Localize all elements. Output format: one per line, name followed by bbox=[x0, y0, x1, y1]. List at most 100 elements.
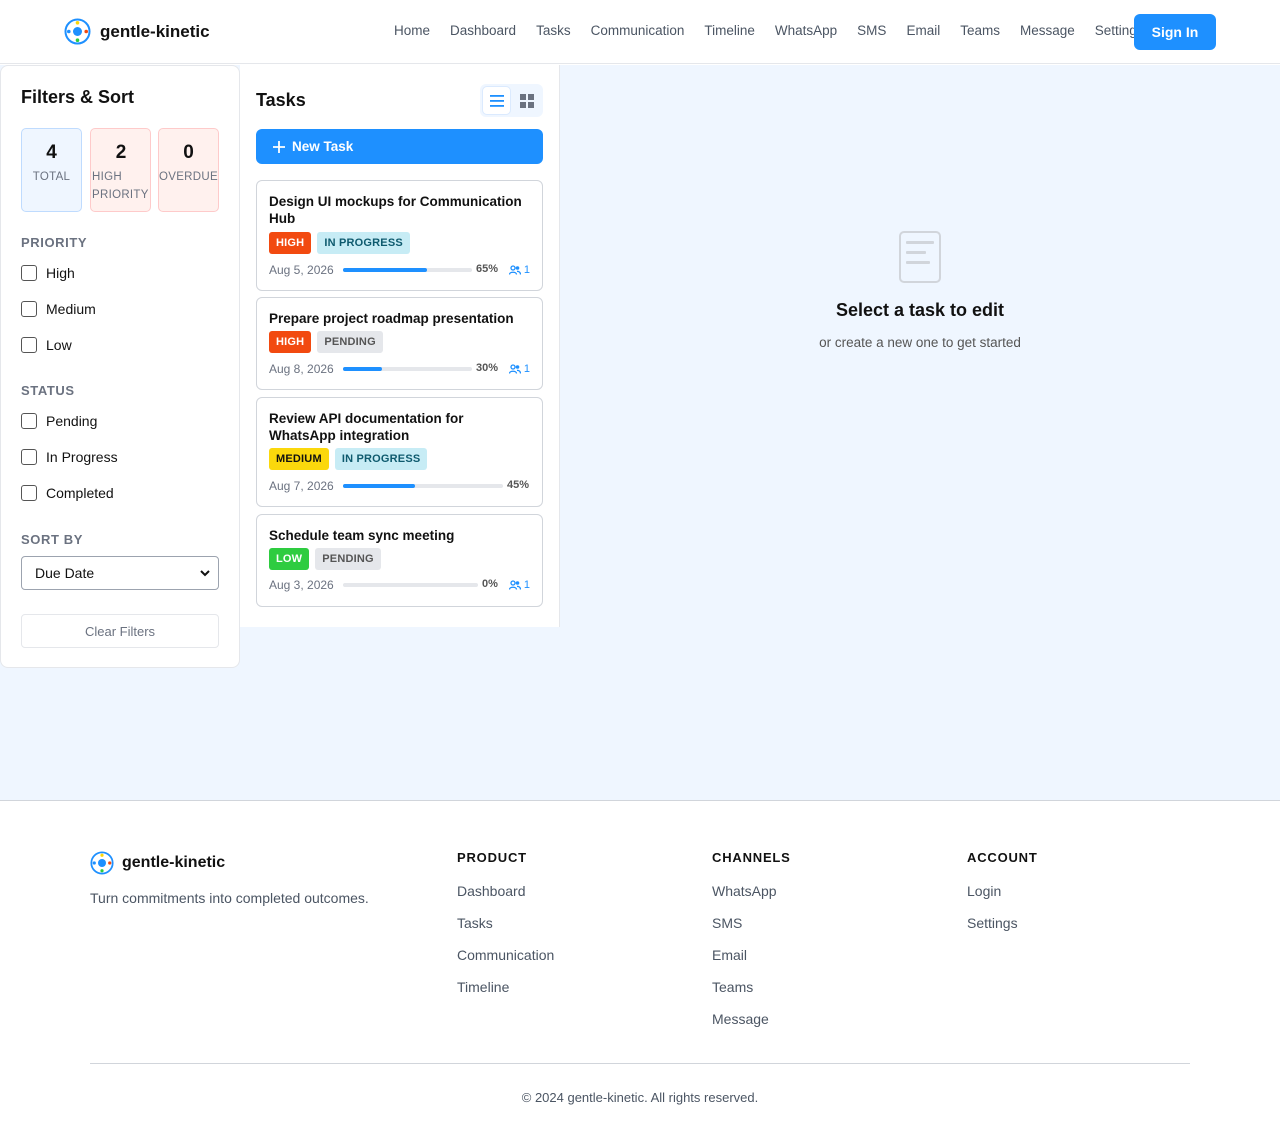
new-task-button[interactable]: New Task bbox=[256, 129, 543, 164]
grid-icon bbox=[519, 93, 534, 108]
task-card[interactable]: Review API documentation for WhatsApp in… bbox=[256, 397, 543, 507]
footer-brand[interactable]: gentle-kinetic bbox=[90, 851, 225, 875]
priority-badge: HIGH bbox=[269, 331, 312, 353]
footer-link-communication[interactable]: Communication bbox=[457, 947, 554, 963]
footer-account-column: ACCOUNT Login Settings bbox=[967, 850, 1038, 947]
progress-bar bbox=[343, 484, 503, 488]
checkbox-box[interactable] bbox=[21, 265, 37, 281]
priority-high-checkbox[interactable]: High bbox=[21, 265, 75, 281]
status-in-progress-checkbox[interactable]: In Progress bbox=[21, 449, 118, 465]
status-pending-checkbox[interactable]: Pending bbox=[21, 413, 97, 429]
status-completed-checkbox[interactable]: Completed bbox=[21, 485, 114, 501]
clear-filters-button[interactable]: Clear Filters bbox=[21, 614, 219, 648]
assignee-count: 1 bbox=[523, 579, 530, 591]
nav-dashboard[interactable]: Dashboard bbox=[450, 23, 516, 38]
footer-link-whatsapp[interactable]: WhatsApp bbox=[712, 883, 791, 899]
footer-link-timeline[interactable]: Timeline bbox=[457, 979, 554, 995]
nav-sms[interactable]: SMS bbox=[857, 23, 886, 38]
assignee-count: 1 bbox=[523, 363, 530, 375]
logo-icon bbox=[90, 851, 114, 875]
footer-link-sms[interactable]: SMS bbox=[712, 915, 791, 931]
progress-percent: 0% bbox=[482, 578, 498, 590]
checkbox-box[interactable] bbox=[21, 449, 37, 465]
task-meta: Aug 7, 2026 45% bbox=[269, 479, 530, 493]
users-icon bbox=[508, 580, 521, 590]
view-toggle bbox=[480, 84, 543, 117]
priority-medium-checkbox[interactable]: Medium bbox=[21, 301, 96, 317]
footer-link-tasks[interactable]: Tasks bbox=[457, 915, 554, 931]
task-badges: HIGH PENDING bbox=[269, 331, 383, 353]
stat-total-value: 4 bbox=[46, 142, 57, 163]
progress-percent: 45% bbox=[507, 479, 530, 491]
footer-brand-name: gentle-kinetic bbox=[122, 854, 226, 871]
footer-channels-column: CHANNELS WhatsApp SMS Email Teams Messag… bbox=[712, 850, 791, 1043]
footer-link-message[interactable]: Message bbox=[712, 1011, 791, 1027]
task-badges: HIGH IN PROGRESS bbox=[269, 232, 410, 254]
stat-overdue: 0 OVERDUE bbox=[158, 128, 219, 212]
task-editor-empty: Select a task to edit or create a new on… bbox=[560, 65, 1280, 627]
stat-overdue-value: 0 bbox=[183, 142, 194, 163]
checkbox-box[interactable] bbox=[21, 301, 37, 317]
priority-low-checkbox[interactable]: Low bbox=[21, 337, 72, 353]
task-card[interactable]: Schedule team sync meeting LOW PENDING A… bbox=[256, 514, 543, 607]
checkbox-label: Medium bbox=[46, 301, 96, 317]
sort-select[interactable]: Due Date bbox=[21, 556, 219, 590]
grid-view-button[interactable] bbox=[512, 86, 541, 115]
task-card[interactable]: Design UI mockups for Communication Hub … bbox=[256, 180, 543, 291]
stat-high-value: 2 bbox=[115, 142, 127, 163]
sort-value: Due Date bbox=[35, 565, 95, 581]
nav-teams[interactable]: Teams bbox=[960, 23, 1000, 38]
due-date: Aug 5, 2026 bbox=[269, 263, 334, 277]
progress-bar bbox=[343, 268, 472, 272]
filters-title: Filters & Sort bbox=[21, 87, 135, 107]
checkbox-box[interactable] bbox=[21, 413, 37, 429]
checkbox-box[interactable] bbox=[21, 485, 37, 501]
assignee-count: 1 bbox=[523, 264, 530, 276]
footer-copyright: © 2024 gentle-kinetic. All rights reserv… bbox=[521, 1090, 759, 1105]
nav-home[interactable]: Home bbox=[394, 23, 430, 38]
checkbox-label: Pending bbox=[46, 413, 98, 429]
stat-overdue-label: OVERDUE bbox=[159, 171, 218, 183]
status-badge: PENDING bbox=[315, 548, 381, 570]
task-meta: Aug 5, 2026 65% 1 bbox=[269, 263, 530, 277]
list-icon bbox=[489, 94, 504, 107]
checkbox-label: In Progress bbox=[46, 449, 118, 465]
task-card[interactable]: Prepare project roadmap presentation HIG… bbox=[256, 297, 543, 390]
footer-link-login[interactable]: Login bbox=[967, 883, 1038, 899]
task-title: Prepare project roadmap presentation bbox=[269, 311, 514, 326]
progress-fill bbox=[343, 367, 382, 371]
checkbox-label: Completed bbox=[46, 485, 114, 501]
nav-timeline[interactable]: Timeline bbox=[704, 23, 755, 38]
top-header: gentle-kinetic Home Dashboard Tasks Comm… bbox=[0, 0, 1280, 64]
main-area: Filters & Sort 4 TOTAL 2 HIGH PRIORITY 0… bbox=[0, 65, 1280, 801]
priority-badge: MEDIUM bbox=[269, 448, 329, 470]
stat-total-label: TOTAL bbox=[32, 171, 71, 183]
footer-link-dashboard[interactable]: Dashboard bbox=[457, 883, 554, 899]
footer-divider bbox=[90, 1063, 1190, 1064]
list-view-button[interactable] bbox=[482, 86, 511, 115]
plus-icon bbox=[273, 140, 285, 153]
assignees: 1 bbox=[508, 579, 530, 591]
users-icon bbox=[508, 265, 521, 275]
task-title: Design UI mockups for Communication Hub bbox=[269, 194, 522, 226]
nav-message[interactable]: Message bbox=[1020, 23, 1075, 38]
footer-link-teams[interactable]: Teams bbox=[712, 979, 791, 995]
footer-product-column: PRODUCT Dashboard Tasks Communication Ti… bbox=[457, 850, 554, 1011]
sign-in-button[interactable]: Sign In bbox=[1134, 14, 1216, 50]
assignees: 1 bbox=[508, 363, 530, 375]
checkbox-label: Low bbox=[46, 337, 72, 353]
stat-high-label: HIGH PRIORITY bbox=[92, 171, 149, 201]
nav-email[interactable]: Email bbox=[906, 23, 940, 38]
status-badge: IN PROGRESS bbox=[334, 448, 428, 470]
nav-tasks[interactable]: Tasks bbox=[536, 23, 571, 38]
progress-percent: 65% bbox=[476, 263, 499, 275]
progress-bar bbox=[343, 583, 478, 587]
footer-link-email[interactable]: Email bbox=[712, 947, 791, 963]
footer-link-settings[interactable]: Settings bbox=[967, 915, 1038, 931]
priority-title: PRIORITY bbox=[21, 235, 88, 250]
nav-whatsapp[interactable]: WhatsApp bbox=[775, 23, 837, 38]
nav-communication[interactable]: Communication bbox=[591, 23, 685, 38]
main-nav: Home Dashboard Tasks Communication Timel… bbox=[394, 23, 1144, 38]
checkbox-box[interactable] bbox=[21, 337, 37, 353]
brand[interactable]: gentle-kinetic bbox=[64, 18, 210, 45]
